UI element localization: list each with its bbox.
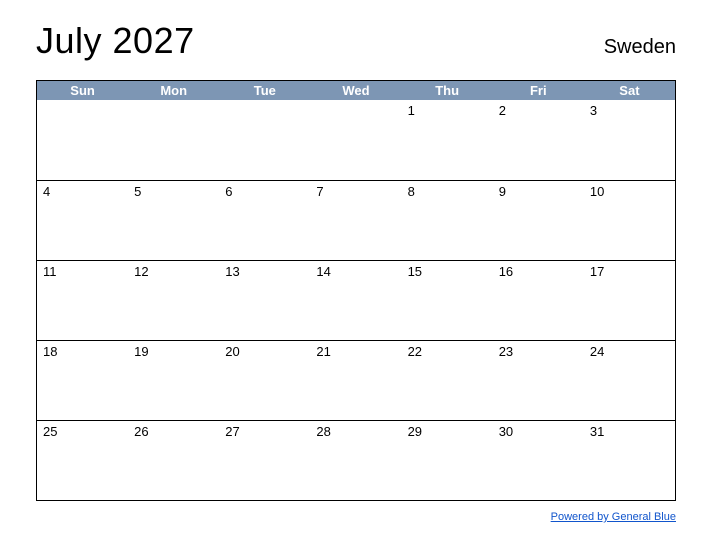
calendar-day-cell: 31 bbox=[584, 421, 675, 500]
calendar-day-cell: 25 bbox=[37, 421, 128, 500]
calendar-day-cell: 20 bbox=[219, 341, 310, 420]
calendar-header: July 2027 Sweden bbox=[36, 20, 676, 62]
calendar-day-cell: 15 bbox=[402, 261, 493, 340]
calendar-week-row: 4 5 6 7 8 9 10 bbox=[37, 180, 675, 260]
calendar-day-cell: 13 bbox=[219, 261, 310, 340]
calendar-day-cell: 29 bbox=[402, 421, 493, 500]
calendar-day-cell: 9 bbox=[493, 181, 584, 260]
weekday-header: Mon bbox=[128, 81, 219, 100]
footer: Powered by General Blue bbox=[36, 507, 676, 525]
calendar-day-cell: 18 bbox=[37, 341, 128, 420]
calendar-day-cell: 10 bbox=[584, 181, 675, 260]
calendar-day-cell: 3 bbox=[584, 100, 675, 180]
calendar-week-row: 11 12 13 14 15 16 17 bbox=[37, 260, 675, 340]
calendar-day-cell: 4 bbox=[37, 181, 128, 260]
weekday-header: Fri bbox=[493, 81, 584, 100]
calendar-day-cell: 8 bbox=[402, 181, 493, 260]
month-year-title: July 2027 bbox=[36, 20, 195, 62]
calendar-day-cell: 5 bbox=[128, 181, 219, 260]
calendar-week-row: 1 2 3 bbox=[37, 100, 675, 180]
calendar-grid: Sun Mon Tue Wed Thu Fri Sat 1 2 3 4 5 6 … bbox=[36, 80, 676, 501]
calendar-week-row: 25 26 27 28 29 30 31 bbox=[37, 420, 675, 500]
calendar-week-row: 18 19 20 21 22 23 24 bbox=[37, 340, 675, 420]
weekday-header: Sun bbox=[37, 81, 128, 100]
calendar-day-cell bbox=[219, 100, 310, 180]
calendar-day-cell: 26 bbox=[128, 421, 219, 500]
powered-by-link[interactable]: Powered by General Blue bbox=[551, 511, 676, 523]
weekday-header: Tue bbox=[219, 81, 310, 100]
weekday-header-row: Sun Mon Tue Wed Thu Fri Sat bbox=[37, 81, 675, 100]
calendar-day-cell: 30 bbox=[493, 421, 584, 500]
calendar-day-cell bbox=[37, 100, 128, 180]
calendar-day-cell: 2 bbox=[493, 100, 584, 180]
calendar-day-cell: 27 bbox=[219, 421, 310, 500]
calendar-day-cell: 17 bbox=[584, 261, 675, 340]
calendar-day-cell: 23 bbox=[493, 341, 584, 420]
calendar-weeks: 1 2 3 4 5 6 7 8 9 10 11 12 13 14 15 16 1… bbox=[37, 100, 675, 500]
calendar-day-cell: 1 bbox=[402, 100, 493, 180]
calendar-day-cell: 21 bbox=[310, 341, 401, 420]
weekday-header: Wed bbox=[310, 81, 401, 100]
weekday-header: Sat bbox=[584, 81, 675, 100]
calendar-day-cell: 22 bbox=[402, 341, 493, 420]
calendar-day-cell bbox=[310, 100, 401, 180]
calendar-day-cell: 16 bbox=[493, 261, 584, 340]
calendar-day-cell: 28 bbox=[310, 421, 401, 500]
calendar-day-cell bbox=[128, 100, 219, 180]
weekday-header: Thu bbox=[402, 81, 493, 100]
calendar-day-cell: 19 bbox=[128, 341, 219, 420]
country-label: Sweden bbox=[604, 36, 676, 59]
calendar-day-cell: 7 bbox=[310, 181, 401, 260]
calendar-day-cell: 12 bbox=[128, 261, 219, 340]
calendar-day-cell: 14 bbox=[310, 261, 401, 340]
calendar-day-cell: 24 bbox=[584, 341, 675, 420]
calendar-day-cell: 11 bbox=[37, 261, 128, 340]
calendar-day-cell: 6 bbox=[219, 181, 310, 260]
